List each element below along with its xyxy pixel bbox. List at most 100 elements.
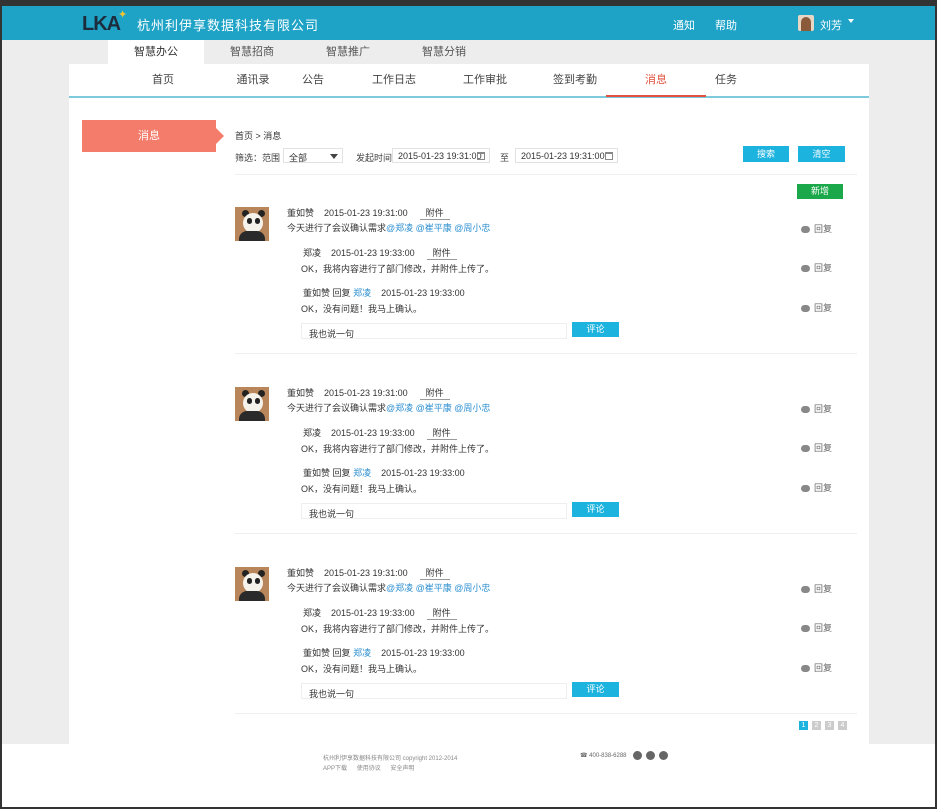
author-name[interactable]: 董如赞 [303, 648, 330, 658]
reply-button[interactable]: 回复 [801, 261, 832, 274]
author-name[interactable]: 董如赞 [303, 468, 330, 478]
subnav-tasks[interactable]: 任务 [676, 64, 776, 97]
timestamp: 2015-01-23 19:33:00 [381, 468, 465, 478]
end-date-input[interactable]: 2015-01-23 19:31:00 [515, 148, 618, 163]
reply-target[interactable]: 郑凌 [353, 648, 371, 658]
reply-label: 回复 [814, 663, 833, 673]
comment-button[interactable]: 评论 [572, 502, 619, 517]
timestamp: 2015-01-23 19:31:00 [324, 568, 408, 578]
reply-button[interactable]: 回复 [801, 441, 832, 454]
weibo-icon[interactable] [646, 751, 655, 760]
copyright: 杭州利伊享数据科技有限公司 copyright 2012-2014 [323, 756, 458, 762]
start-date-value: 2015-01-23 19:31:00 [398, 151, 482, 161]
subnav-worklog[interactable]: 工作日志 [344, 64, 444, 97]
subnav-home[interactable]: 首页 [113, 64, 213, 97]
reply-button[interactable]: 回复 [801, 661, 832, 674]
footer: 杭州利伊享数据科技有限公司 copyright 2012-2014 APP下载 … [2, 744, 935, 807]
wechat-icon[interactable] [659, 751, 668, 760]
divider [235, 353, 857, 354]
user-avatar[interactable] [798, 15, 814, 31]
page-1[interactable]: 1 [799, 721, 808, 730]
clear-button[interactable]: 清空 [798, 146, 845, 162]
calendar-icon[interactable] [605, 152, 613, 160]
author-name[interactable]: 郑凌 [303, 248, 321, 258]
calendar-icon[interactable] [477, 152, 485, 160]
chevron-down-icon[interactable] [848, 19, 854, 23]
side-tag-messages[interactable]: 消息 [82, 120, 224, 152]
author-name[interactable]: 董如赞 [287, 568, 314, 578]
attachment-link[interactable]: 附件 [426, 426, 457, 440]
reply-verb: 回复 [332, 468, 351, 478]
reply-text: OK，没有问题！我马上确认。 [301, 664, 423, 674]
footer-link-terms[interactable]: 使用协议 [357, 766, 381, 772]
footer-phone: ☎ 400-838-6288 [580, 752, 627, 759]
reply-button[interactable]: 回复 [801, 402, 832, 415]
message-header: 董如赞 2015-01-23 19:31:00 附件 [287, 386, 450, 400]
subnav-approval[interactable]: 工作审批 [435, 64, 535, 97]
reply-target[interactable]: 郑凌 [353, 468, 371, 478]
comment-button[interactable]: 评论 [572, 682, 619, 697]
divider [235, 174, 857, 175]
to-label: 至 [500, 153, 510, 163]
footer-link-app[interactable]: APP下载 [323, 766, 347, 772]
author-avatar[interactable] [235, 387, 269, 421]
page-4[interactable]: 4 [838, 721, 847, 730]
filter-bar: 筛选：范围 全部 发起时间 2015-01-23 19:31:00 至 2015… [235, 146, 857, 166]
divider [235, 533, 857, 534]
reply-target[interactable]: 郑凌 [353, 288, 371, 298]
comment-icon [801, 485, 810, 493]
page-2[interactable]: 2 [812, 721, 821, 730]
qq-icon[interactable] [633, 751, 642, 760]
start-date-input[interactable]: 2015-01-23 19:31:00 [392, 148, 490, 163]
reply-button[interactable]: 回复 [801, 481, 832, 494]
tab-promotion[interactable]: 智慧推广 [300, 40, 396, 64]
reply-button[interactable]: 回复 [801, 222, 832, 235]
reply-text: OK，我将内容进行了部门修改，并附件上传了。 [301, 444, 495, 454]
scope-select[interactable]: 全部 [283, 148, 343, 163]
reply-button[interactable]: 回复 [801, 621, 832, 634]
tab-office[interactable]: 智慧办公 [108, 40, 204, 64]
author-name[interactable]: 郑凌 [303, 428, 321, 438]
author-name[interactable]: 董如赞 [287, 208, 314, 218]
page-3[interactable]: 3 [825, 721, 834, 730]
tab-investment[interactable]: 智慧招商 [204, 40, 300, 64]
attachment-link[interactable]: 附件 [419, 206, 450, 220]
message-text: 今天进行了会议确认需求@郑凌 @崔平康 @周小忠 [287, 401, 490, 414]
author-name[interactable]: 董如赞 [303, 288, 330, 298]
comment-input[interactable]: 我也说一句 [301, 503, 567, 519]
user-name[interactable]: 刘芳 [820, 17, 842, 33]
message-item: 董如赞 2015-01-23 19:31:00 附件 今天进行了会议确认需求@郑凌 … [235, 196, 857, 366]
attachment-link[interactable]: 附件 [426, 606, 457, 620]
reply-header: 董如赞 回复 郑凌 2015-01-23 19:33:00 [303, 286, 465, 299]
mentions[interactable]: @郑凌 @崔平康 @周小忠 [386, 403, 490, 413]
author-name[interactable]: 郑凌 [303, 608, 321, 618]
attachment-link[interactable]: 附件 [426, 246, 457, 260]
comment-input[interactable]: 我也说一句 [301, 323, 567, 339]
comment-button[interactable]: 评论 [572, 322, 619, 337]
logo[interactable]: LKA ✦ [82, 9, 130, 35]
logo-text: LKA [82, 13, 121, 35]
reply-button[interactable]: 回复 [801, 582, 832, 595]
attachment-link[interactable]: 附件 [419, 566, 450, 580]
footer-link-security[interactable]: 安全声明 [390, 766, 414, 772]
footer-links: APP下载 使用协议 安全声明 [323, 763, 422, 772]
message-body: 今天进行了会议确认需求 [287, 583, 387, 593]
help-link[interactable]: 帮助 [715, 17, 737, 33]
author-avatar[interactable] [235, 207, 269, 241]
divider [235, 713, 857, 714]
reply-button[interactable]: 回复 [801, 301, 832, 314]
search-button[interactable]: 搜索 [743, 146, 789, 162]
notify-link[interactable]: 通知 [673, 17, 695, 33]
comment-icon [801, 226, 810, 234]
tab-distribution[interactable]: 智慧分销 [396, 40, 492, 64]
message-item: 董如赞 2015-01-23 19:31:00 附件 今天进行了会议确认需求@郑凌 … [235, 376, 857, 546]
attachment-link[interactable]: 附件 [419, 386, 450, 400]
mentions[interactable]: @郑凌 @崔平康 @周小忠 [386, 223, 490, 233]
mentions[interactable]: @郑凌 @崔平康 @周小忠 [386, 583, 490, 593]
message-item: 董如赞 2015-01-23 19:31:00 附件 今天进行了会议确认需求@郑凌 … [235, 556, 857, 726]
reply-header: 郑凌 2015-01-23 19:33:00 附件 [303, 606, 457, 620]
author-name[interactable]: 董如赞 [287, 388, 314, 398]
author-avatar[interactable] [235, 567, 269, 601]
reply-label: 回复 [814, 623, 833, 633]
comment-input[interactable]: 我也说一句 [301, 683, 567, 699]
